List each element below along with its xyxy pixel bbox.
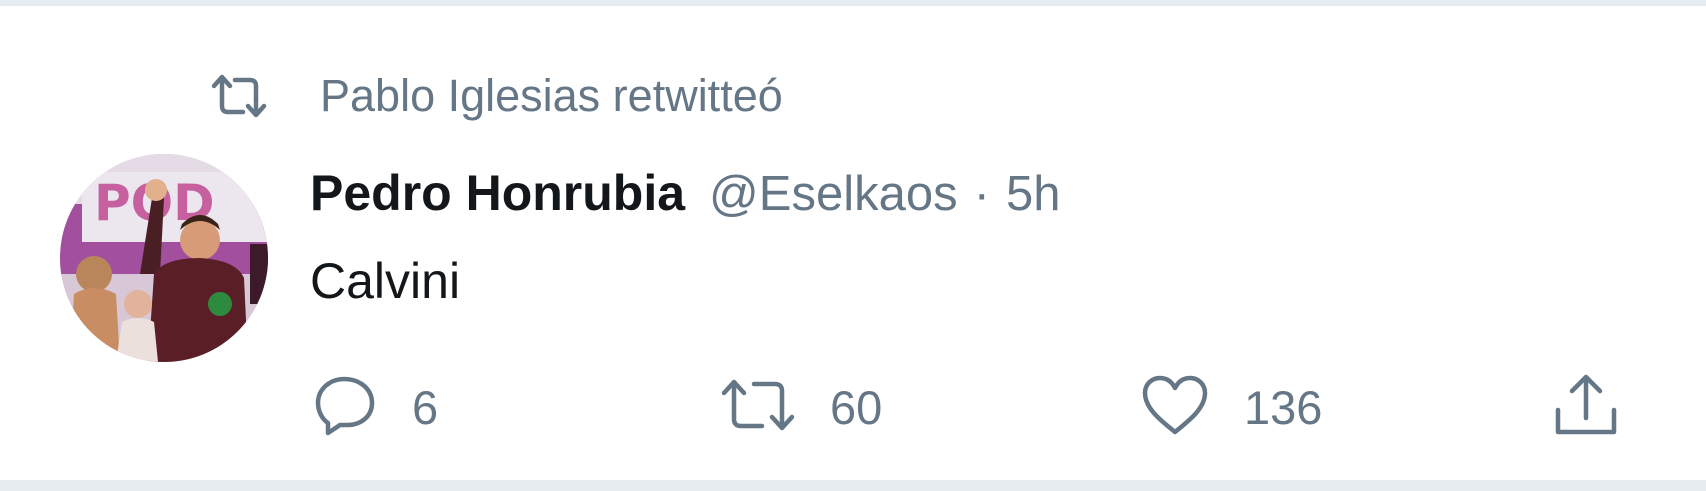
- retweet-icon: [210, 72, 268, 120]
- reply-button[interactable]: 6: [314, 372, 438, 442]
- display-name[interactable]: Pedro Honrubia: [310, 164, 685, 222]
- tweet[interactable]: Pablo Iglesias retwitteó POD: [0, 6, 1706, 480]
- tweet-header: Pedro Honrubia @Eselkaos · 5h: [310, 164, 1060, 228]
- avatar[interactable]: POD: [60, 154, 268, 362]
- tweet-frame: Pablo Iglesias retwitteó POD: [0, 0, 1706, 491]
- bottom-divider: [0, 480, 1706, 491]
- tweet-text: Calvini: [310, 253, 461, 309]
- like-button[interactable]: 136: [1140, 372, 1322, 442]
- tweet-timestamp[interactable]: 5h: [1006, 166, 1061, 222]
- retweet-icon: [720, 375, 796, 440]
- user-handle[interactable]: @Eselkaos: [709, 166, 958, 222]
- retweet-button[interactable]: 60: [720, 372, 882, 442]
- reply-icon: [314, 373, 378, 442]
- share-icon: [1552, 372, 1620, 443]
- share-button[interactable]: [1552, 372, 1654, 442]
- reply-count: 6: [412, 380, 439, 434]
- retweet-count: 60: [830, 380, 883, 434]
- retweet-context-label[interactable]: Pablo Iglesias retwitteó: [320, 70, 783, 122]
- heart-icon: [1140, 374, 1210, 441]
- retweet-context: Pablo Iglesias retwitteó: [210, 68, 783, 124]
- separator-dot: ·: [973, 167, 990, 221]
- like-count: 136: [1244, 380, 1323, 434]
